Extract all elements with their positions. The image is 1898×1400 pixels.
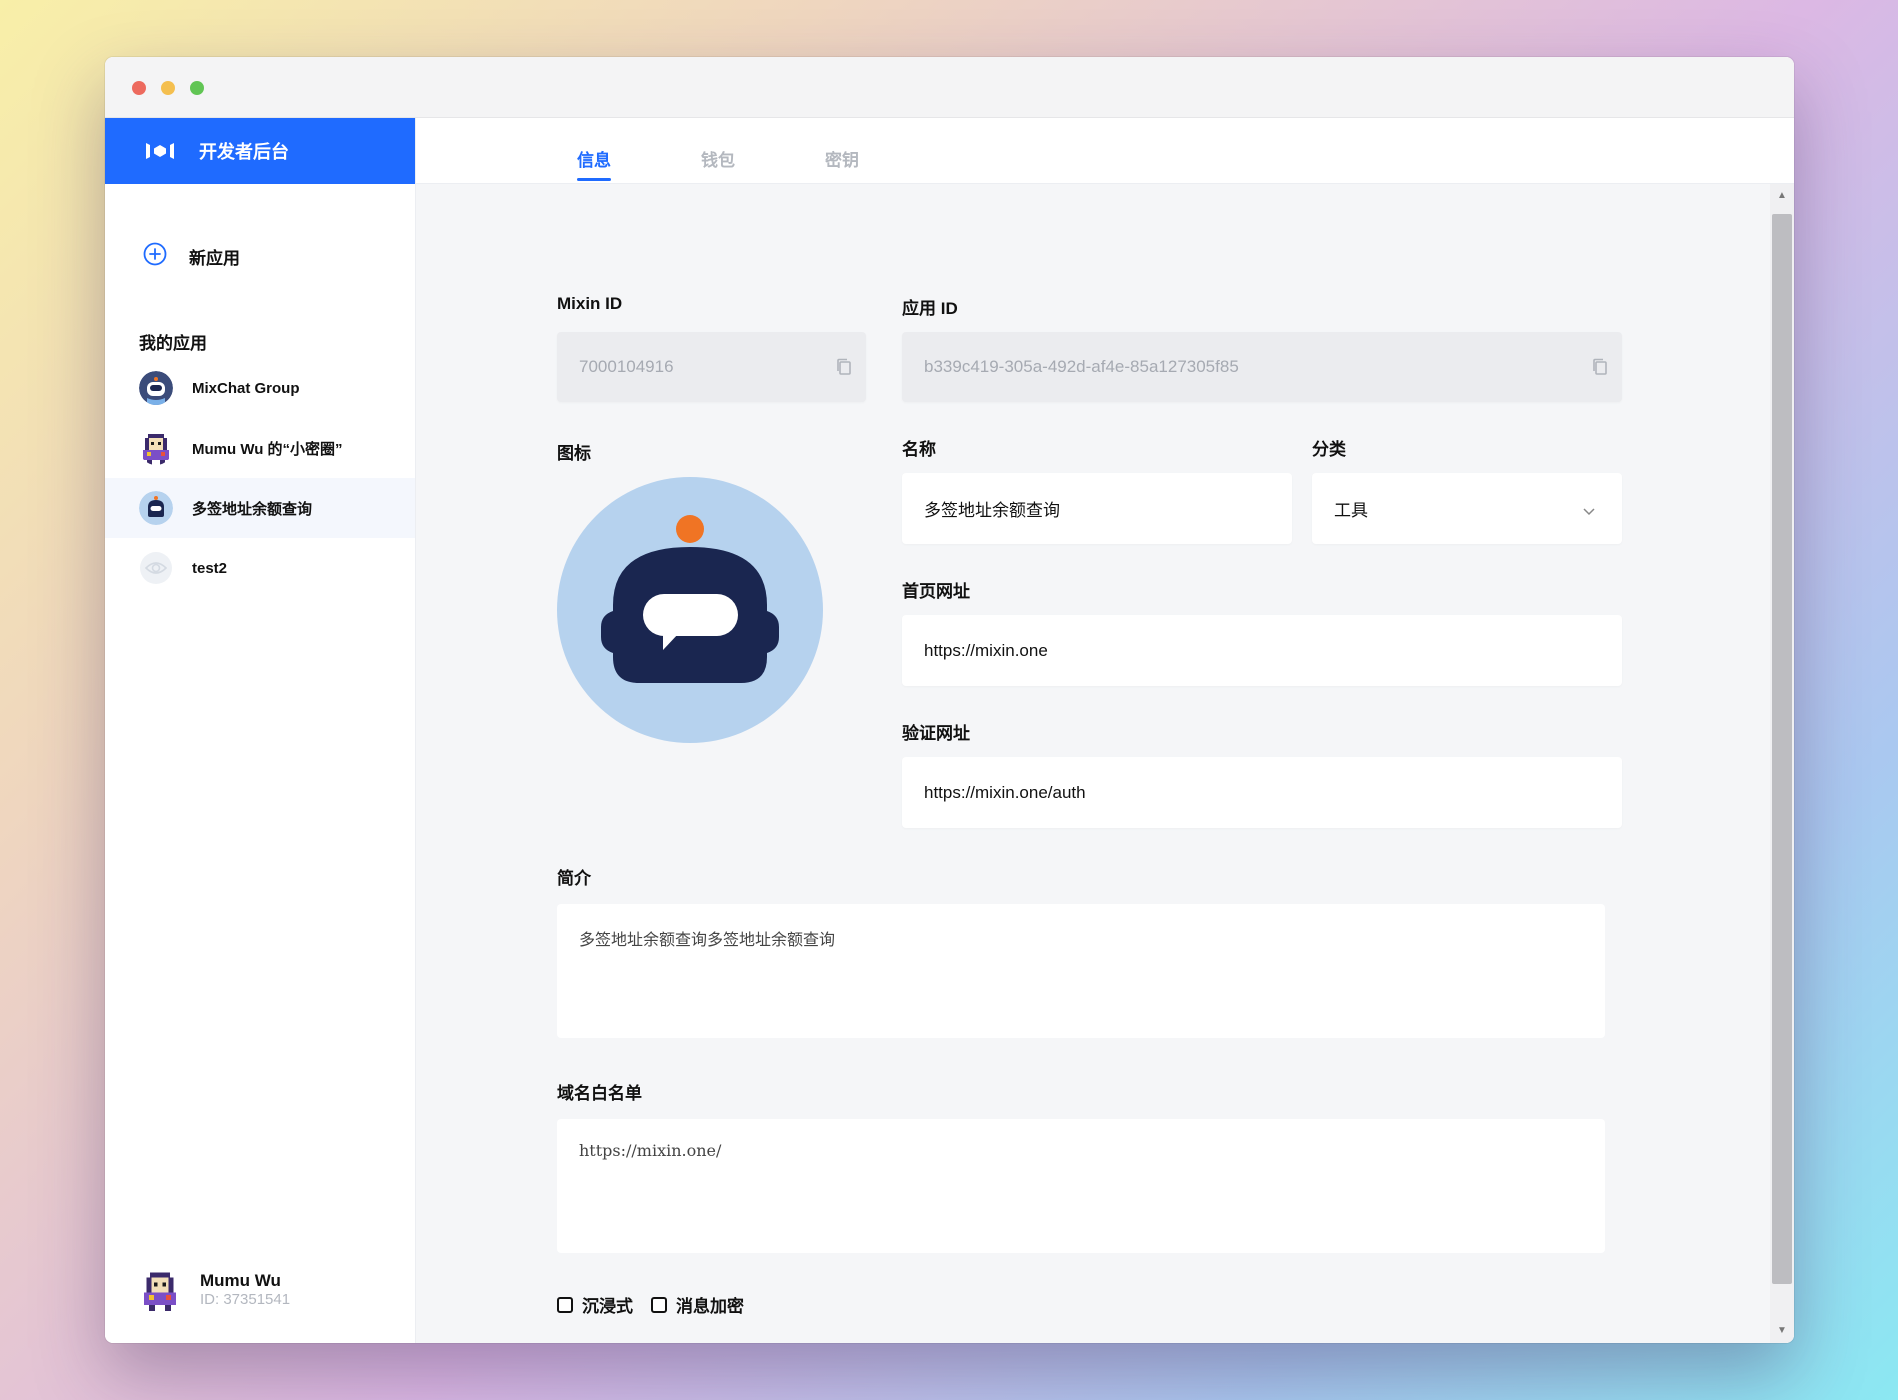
checkbox-box[interactable] xyxy=(557,1296,573,1313)
vertical-scrollbar[interactable]: ▲ ▼ xyxy=(1770,184,1794,1343)
homepage-value: https://mixin.one xyxy=(924,640,1048,660)
app-window: 开发者后台 新应用 我的应用 MixChat Group Mumu Wu 的“小… xyxy=(105,57,1794,1343)
app-id-value: b339c419-305a-492d-af4e-85a127305f85 xyxy=(924,357,1239,376)
description-label: 简介 xyxy=(557,869,591,888)
mixin-id-value: 7000104916 xyxy=(579,357,674,376)
user-profile[interactable]: Mumu Wu ID: 37351541 xyxy=(139,1269,290,1311)
app-item-mumu-circle[interactable]: Mumu Wu 的“小密圈” xyxy=(105,418,415,478)
name-value: 多签地址余额查询 xyxy=(924,501,1060,520)
auth-url-value: https://mixin.one/auth xyxy=(924,782,1086,802)
app-item-label: test2 xyxy=(192,559,228,577)
category-value: 工具 xyxy=(1334,501,1368,520)
close-window-button[interactable] xyxy=(132,81,146,95)
icon-label: 图标 xyxy=(557,444,591,463)
sidebar: 开发者后台 新应用 我的应用 MixChat Group Mumu Wu 的“小… xyxy=(105,118,416,1343)
app-id-label: 应用 ID xyxy=(902,299,958,318)
checkbox-box[interactable] xyxy=(651,1296,667,1313)
name-input[interactable]: 多签地址余额查询 xyxy=(902,473,1292,544)
chevron-down-icon xyxy=(1582,501,1596,521)
mixin-id-field[interactable]: 7000104916 xyxy=(557,332,866,402)
tab-wallet[interactable]: 钱包 xyxy=(701,146,735,171)
mixin-logo-icon xyxy=(145,141,175,161)
homepage-label: 首页网址 xyxy=(902,582,970,601)
app-item-label: 多签地址余额查询 xyxy=(192,500,313,518)
app-item-label: MixChat Group xyxy=(192,379,300,397)
title-bar xyxy=(105,57,1794,118)
category-select[interactable]: 工具 xyxy=(1312,473,1622,544)
mixin-id-label: Mixin ID xyxy=(557,294,623,313)
new-app-label: 新应用 xyxy=(189,249,240,268)
scroll-down-icon[interactable]: ▼ xyxy=(1770,1323,1794,1339)
encrypt-label: 消息加密 xyxy=(676,1297,744,1316)
homepage-input[interactable]: https://mixin.one xyxy=(902,615,1622,686)
main-panel: 信息 钱包 密钥 Mixin ID 7000104916 应用 ID b339c… xyxy=(416,118,1794,1343)
category-label: 分类 xyxy=(1312,440,1346,459)
user-name: Mumu Wu xyxy=(200,1271,281,1290)
maximize-window-button[interactable] xyxy=(190,81,204,95)
robot-icon xyxy=(601,515,779,683)
auth-url-label: 验证网址 xyxy=(902,724,970,743)
app-icon-image[interactable] xyxy=(557,477,823,743)
immersive-label: 沉浸式 xyxy=(582,1297,633,1316)
app-list: MixChat Group Mumu Wu 的“小密圈” 多签地址余额查询 te… xyxy=(105,358,415,598)
copy-icon[interactable] xyxy=(1592,358,1608,376)
encrypt-checkbox[interactable]: 消息加密 xyxy=(651,1292,744,1317)
tab-bar: 信息 钱包 密钥 xyxy=(416,118,1794,184)
auth-url-input[interactable]: https://mixin.one/auth xyxy=(902,757,1622,828)
tab-keys[interactable]: 密钥 xyxy=(825,146,859,171)
whitelist-label: 域名白名单 xyxy=(557,1084,642,1103)
robot-avatar-icon xyxy=(139,371,173,405)
copy-icon[interactable] xyxy=(836,358,852,376)
options-row: 沉浸式 消息加密 xyxy=(557,1292,762,1317)
new-app-button[interactable]: 新应用 xyxy=(143,242,240,271)
tab-info[interactable]: 信息 xyxy=(577,146,611,181)
app-item-label: Mumu Wu 的“小密圈” xyxy=(192,440,343,458)
whitelist-textarea[interactable]: https://mixin.one/ xyxy=(557,1119,1605,1253)
plus-circle-icon xyxy=(143,242,167,271)
app-item-multisig-balance[interactable]: 多签地址余额查询 xyxy=(105,478,415,538)
pixel-avatar-icon xyxy=(139,431,173,465)
minimize-window-button[interactable] xyxy=(161,81,175,95)
avatar xyxy=(139,1269,181,1311)
app-id-field[interactable]: b339c419-305a-492d-af4e-85a127305f85 xyxy=(902,332,1622,402)
brand-header[interactable]: 开发者后台 xyxy=(105,118,415,184)
my-apps-heading: 我的应用 xyxy=(139,334,207,353)
scroll-up-icon[interactable]: ▲ xyxy=(1770,188,1794,204)
eye-placeholder-icon xyxy=(139,551,173,585)
immersive-checkbox[interactable]: 沉浸式 xyxy=(557,1292,633,1317)
app-item-mixchat-group[interactable]: MixChat Group xyxy=(105,358,415,418)
scroll-thumb[interactable] xyxy=(1772,214,1792,1284)
description-textarea[interactable]: 多签地址余额查询多签地址余额查询 xyxy=(557,904,1605,1038)
app-item-test2[interactable]: test2 xyxy=(105,538,415,598)
brand-title: 开发者后台 xyxy=(199,142,289,162)
user-id: ID: 37351541 xyxy=(200,1291,291,1308)
robot-avatar-icon xyxy=(139,491,173,525)
name-label: 名称 xyxy=(902,440,936,459)
user-text: Mumu Wu ID: 37351541 xyxy=(200,1271,290,1309)
